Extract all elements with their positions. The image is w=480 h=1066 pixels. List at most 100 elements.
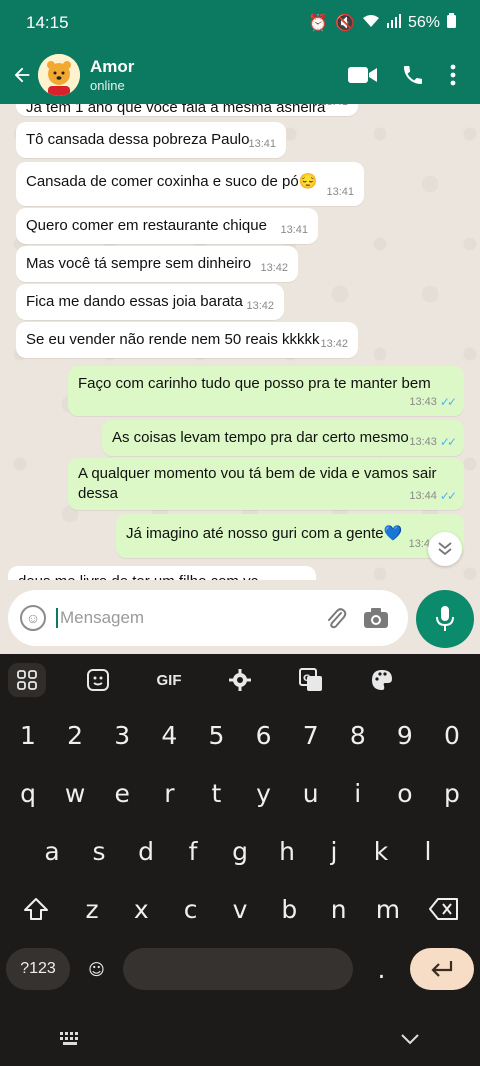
key-u[interactable]: u [289, 779, 333, 808]
attach-icon[interactable] [316, 598, 356, 638]
contact-info[interactable]: Amor online [90, 57, 338, 93]
scroll-to-bottom-button[interactable] [428, 532, 462, 566]
key-8[interactable]: 8 [336, 721, 380, 750]
message-text: A qualquer momento vou tá bem de vida e … [78, 465, 437, 502]
message-time: 13:42 [320, 338, 348, 350]
camera-icon[interactable] [356, 598, 396, 638]
key-x[interactable]: x [119, 895, 163, 924]
contact-name: Amor [90, 57, 135, 76]
key-v[interactable]: v [218, 895, 262, 924]
emoji-key-icon[interactable]: ☺ [79, 960, 115, 979]
symbols-key[interactable]: ?123 [6, 948, 70, 990]
message-outgoing[interactable]: Já imagino até nosso guri com a gente💙 1… [116, 514, 464, 558]
emoji-icon[interactable]: ☺ [20, 605, 46, 631]
message-input[interactable]: ☺ Mensagem [8, 590, 408, 646]
message-incoming[interactable]: Cansada de comer coxinha e suco de pó😔 1… [16, 162, 364, 206]
message-incoming[interactable]: Mas você tá sempre sem dinheiro 13:42 [16, 246, 298, 282]
letter-row-1: qwertyuiop [0, 764, 480, 822]
keyboard: GIF G 1234567890 qwertyuiop asdfghjkl zx… [0, 654, 480, 1066]
message-incoming[interactable]: Se eu vender não rende nem 50 reais kkkk… [16, 322, 358, 358]
message-incoming[interactable]: Tô cansada dessa pobreza Paulo 13:41 [16, 122, 286, 158]
key-9[interactable]: 9 [383, 721, 427, 750]
enter-icon [431, 961, 453, 977]
key-n[interactable]: n [317, 895, 361, 924]
key-d[interactable]: d [124, 837, 168, 866]
message-text: Fica me dando essas joia barata [26, 293, 243, 310]
key-i[interactable]: i [336, 779, 380, 808]
gif-button[interactable]: GIF [150, 663, 188, 697]
avatar[interactable] [38, 54, 80, 96]
more-options-icon[interactable] [438, 55, 468, 95]
message-text: Se eu vender não rende nem 50 reais kkkk… [26, 331, 320, 348]
key-e[interactable]: e [100, 779, 144, 808]
key-f[interactable]: f [171, 837, 215, 866]
read-receipt-icon: ✓✓ [439, 489, 457, 503]
message-time: 13:43 [409, 436, 437, 448]
keyboard-switch-icon[interactable] [60, 1031, 82, 1051]
message-time: 13:41 [248, 138, 276, 150]
key-s[interactable]: s [77, 837, 121, 866]
key-r[interactable]: r [147, 779, 191, 808]
key-4[interactable]: 4 [147, 721, 191, 750]
message-incoming[interactable]: Já tem 1 ano que você fala a mesma asnei… [16, 104, 358, 116]
read-receipt-icon: ✓✓ [439, 395, 457, 409]
message-time: 13:41 [280, 224, 308, 236]
key-p[interactable]: p [430, 779, 474, 808]
key-b[interactable]: b [267, 895, 311, 924]
message-text: Cansada de comer coxinha e suco de pó😔 [26, 173, 318, 190]
period-key[interactable]: . [362, 955, 402, 984]
microphone-button[interactable] [416, 590, 474, 648]
keyboard-toolbar: GIF G [0, 654, 480, 706]
key-l[interactable]: l [406, 837, 450, 866]
sticker-icon[interactable] [79, 663, 117, 697]
message-placeholder[interactable]: Mensagem [56, 608, 316, 628]
svg-text:G: G [303, 674, 310, 684]
enter-key[interactable] [410, 948, 474, 990]
contact-status: online [90, 78, 125, 93]
key-j[interactable]: j [312, 837, 356, 866]
key-7[interactable]: 7 [289, 721, 333, 750]
shift-icon[interactable] [14, 897, 58, 921]
hide-keyboard-icon[interactable] [400, 1032, 420, 1050]
message-time: 13:41 [326, 186, 354, 198]
app-header: 14:15 ⏰ 🔇 56% Amor online [0, 0, 480, 104]
key-1[interactable]: 1 [6, 721, 50, 750]
key-q[interactable]: q [6, 779, 50, 808]
apps-grid-icon[interactable] [8, 663, 46, 697]
message-outgoing[interactable]: A qualquer momento vou tá bem de vida e … [68, 458, 464, 510]
key-w[interactable]: w [53, 779, 97, 808]
key-o[interactable]: o [383, 779, 427, 808]
key-t[interactable]: t [194, 779, 238, 808]
key-h[interactable]: h [265, 837, 309, 866]
key-m[interactable]: m [366, 895, 410, 924]
key-2[interactable]: 2 [53, 721, 97, 750]
message-outgoing[interactable]: Faço com carinho tudo que posso pra te m… [68, 366, 464, 416]
space-bar[interactable] [123, 948, 353, 990]
message-incoming[interactable]: Fica me dando essas joia barata 13:42 [16, 284, 284, 320]
palette-icon[interactable] [363, 663, 401, 697]
key-5[interactable]: 5 [194, 721, 238, 750]
backspace-icon[interactable] [422, 898, 466, 920]
key-a[interactable]: a [30, 837, 74, 866]
key-6[interactable]: 6 [242, 721, 286, 750]
back-arrow-icon[interactable] [8, 61, 36, 89]
key-g[interactable]: g [218, 837, 262, 866]
battery-percent: 56% [407, 14, 440, 31]
translate-icon[interactable]: G [292, 663, 330, 697]
status-bar: 14:15 ⏰ 🔇 56% [0, 0, 480, 46]
composer: ☺ Mensagem [0, 580, 480, 654]
voice-call-icon[interactable] [388, 55, 438, 95]
double-chevron-down-icon [438, 542, 452, 556]
key-3[interactable]: 3 [100, 721, 144, 750]
key-y[interactable]: y [242, 779, 286, 808]
video-call-icon[interactable] [338, 55, 388, 95]
message-incoming[interactable]: Quero comer em restaurante chique 13:41 [16, 208, 318, 244]
settings-gear-icon[interactable] [221, 663, 259, 697]
message-outgoing[interactable]: As coisas levam tempo pra dar certo mesm… [102, 420, 464, 456]
chat-area[interactable]: Já tem 1 ano que você fala a mesma asnei… [0, 104, 480, 654]
key-c[interactable]: c [169, 895, 213, 924]
message-text: Tô cansada dessa pobreza Paulo [26, 131, 250, 148]
key-k[interactable]: k [359, 837, 403, 866]
key-0[interactable]: 0 [430, 721, 474, 750]
key-z[interactable]: z [70, 895, 114, 924]
